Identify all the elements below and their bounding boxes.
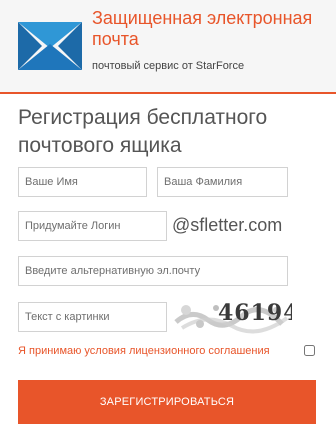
form-title: Регистрация бесплатного почтового ящика — [18, 106, 268, 157]
alternative-email-input[interactable] — [18, 256, 288, 286]
email-domain-label: @sfletter.com — [172, 215, 283, 235]
first-name-input[interactable] — [18, 167, 147, 197]
brand-subtitle: почтовый сервис от StarForce — [92, 60, 245, 72]
terms-label: Я принимаю условия лицензионного соглаше… — [18, 345, 270, 357]
envelope-logo-icon — [18, 22, 82, 70]
brand-title: Защищенная электронная почта — [92, 8, 313, 49]
captcha-image: 46194 — [172, 298, 292, 334]
header-divider — [0, 92, 336, 94]
captcha-input[interactable] — [18, 302, 167, 332]
captcha-text: 46194 — [218, 300, 292, 326]
last-name-input[interactable] — [157, 167, 288, 197]
register-button[interactable]: ЗАРЕГИСТРИРОВАТЬСЯ — [18, 380, 316, 424]
terms-checkbox[interactable] — [304, 345, 315, 356]
header: Защищенная электронная почта почтовый се… — [0, 0, 336, 92]
login-input[interactable] — [18, 211, 167, 241]
